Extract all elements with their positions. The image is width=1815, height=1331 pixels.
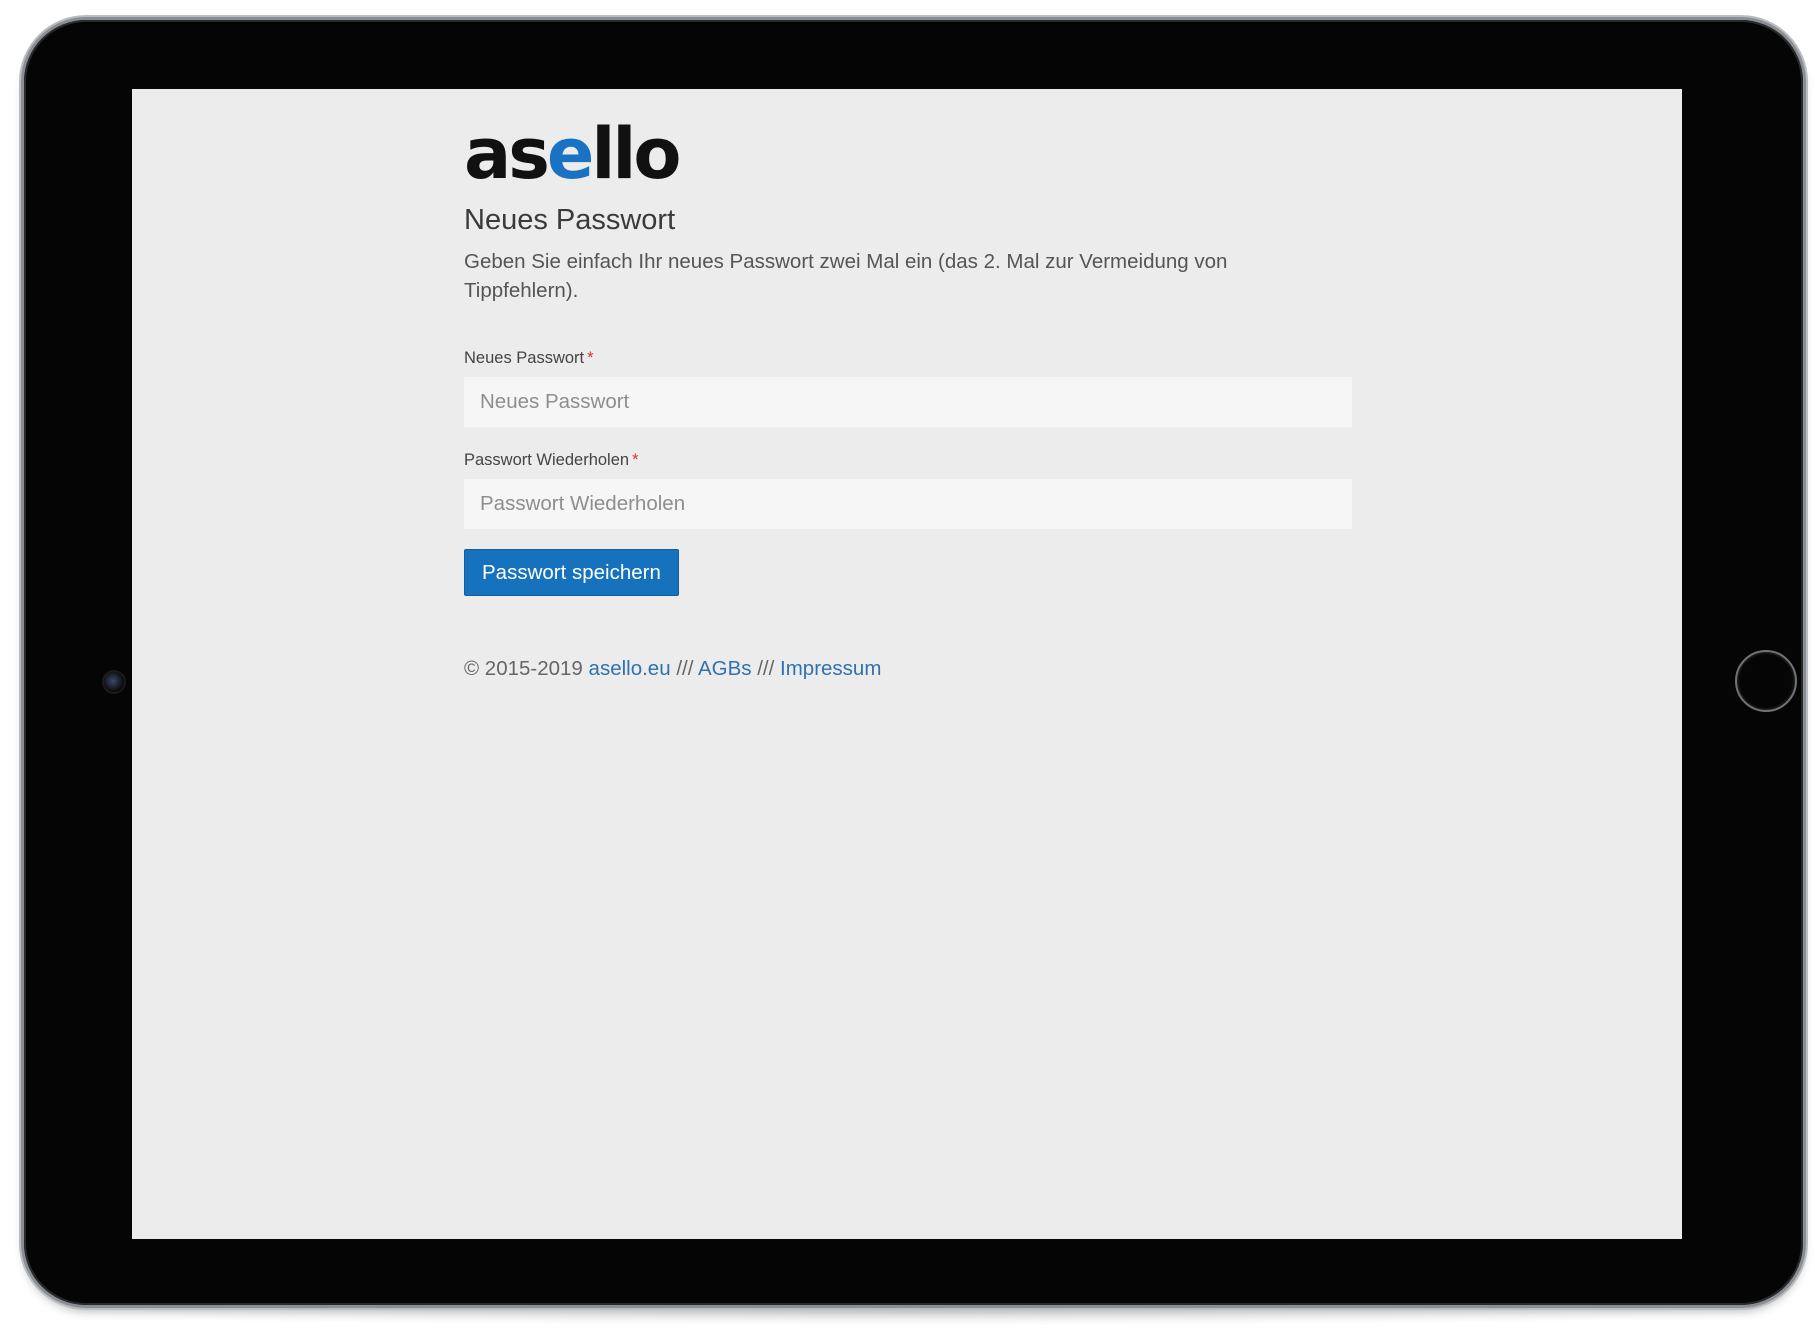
required-marker: *	[632, 451, 639, 469]
logo-text-accent: e	[546, 113, 595, 195]
screen: asello Neues Passwort Geben Sie einfach …	[132, 89, 1682, 1239]
home-button[interactable]	[1735, 650, 1797, 712]
link-asello-eu[interactable]: asello.eu	[589, 657, 671, 680]
new-password-label-text: Neues Passwort	[464, 349, 585, 367]
logo-text-prefix: as	[464, 113, 550, 195]
camera-icon	[104, 672, 124, 692]
repeat-password-label-text: Passwort Wiederholen	[464, 451, 630, 469]
repeat-password-label: Passwort Wiederholen *	[464, 451, 639, 470]
asello-logo: asello	[464, 119, 681, 189]
save-password-button[interactable]: Passwort speichern	[464, 549, 679, 596]
logo-text-suffix: llo	[591, 113, 681, 195]
device-mockup: asello Neues Passwort Geben Sie einfach …	[0, 0, 1815, 1331]
required-marker: *	[587, 349, 594, 367]
link-impressum[interactable]: Impressum	[780, 657, 881, 680]
footer: © 2015-2019 asello.eu /// AGBs /// Impre…	[464, 657, 881, 681]
new-password-label: Neues Passwort *	[464, 349, 594, 368]
footer-separator: ///	[676, 657, 694, 680]
page-title: Neues Passwort	[464, 204, 676, 236]
new-password-input[interactable]	[464, 377, 1352, 427]
footer-separator: ///	[757, 657, 775, 680]
link-agbs[interactable]: AGBs	[698, 657, 752, 680]
intro-text: Geben Sie einfach Ihr neues Passwort zwe…	[464, 250, 1228, 302]
copyright-text: © 2015-2019	[464, 657, 583, 680]
repeat-password-input[interactable]	[464, 479, 1352, 529]
